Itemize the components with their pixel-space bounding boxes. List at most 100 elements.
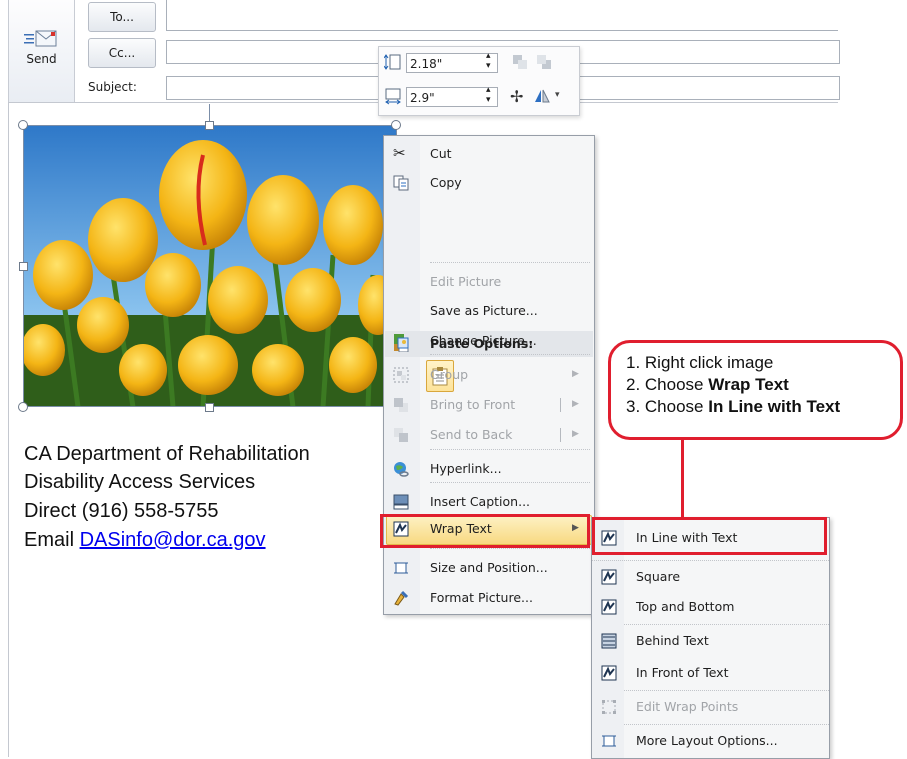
- resize-handle-bottom-left[interactable]: [18, 402, 28, 412]
- submenu-label-in-front: In Front of Text: [636, 665, 729, 680]
- email-link[interactable]: DASinfo@dor.ca.gov: [80, 529, 266, 551]
- send-backward-icon[interactable]: [536, 54, 552, 70]
- more-layout-options-icon: [602, 735, 616, 747]
- callout-step-3: 3. Choose In Line with Text: [626, 397, 840, 417]
- menu-separator: [430, 482, 590, 483]
- change-picture-icon: [394, 334, 409, 349]
- submenu-label-square: Square: [636, 569, 681, 584]
- email-prefix: Email: [24, 529, 80, 551]
- send-envelope-icon: [24, 30, 57, 47]
- hyperlink-globe-icon: [394, 462, 409, 477]
- menu-label-copy: Copy: [430, 175, 462, 190]
- menu-item-size-and-position[interactable]: Size and Position...: [384, 553, 594, 583]
- scissors-icon: ✂: [393, 144, 406, 162]
- menu-label-change-picture: Change Picture...: [430, 333, 537, 348]
- behind-text-icon: [601, 633, 617, 649]
- menu-item-insert-caption[interactable]: Insert Caption...: [384, 487, 594, 517]
- menu-label-cut: Cut: [430, 146, 452, 161]
- resize-handle-top-right[interactable]: [391, 120, 401, 130]
- callout-step-2-prefix: 2. Choose: [626, 375, 709, 394]
- menu-item-edit-picture[interactable]: Edit Picture: [384, 267, 594, 297]
- menu-label-format-picture: Format Picture...: [430, 590, 533, 605]
- send-to-back-arrow: ▶: [572, 429, 579, 439]
- menu-label-size-and-position: Size and Position...: [430, 560, 548, 575]
- send-to-back-icon: [394, 428, 408, 442]
- menu-label-hyperlink: Hyperlink...: [430, 461, 502, 476]
- split-divider: [560, 428, 561, 442]
- mini-toolbar: 2.18" ▴ ▾ 2.9" ▴ ▾ ✢ ▾: [378, 46, 580, 116]
- menu-item-send-to-back[interactable]: Send to Back ▶: [384, 420, 594, 450]
- menu-label-send-to-back: Send to Back: [430, 427, 513, 442]
- group-submenu-arrow: ▶: [572, 369, 579, 379]
- subject-label: Subject:: [88, 80, 137, 94]
- format-picture-icon: [394, 590, 409, 606]
- group-icon: [393, 367, 409, 383]
- cc-button[interactable]: Cc...: [88, 38, 156, 68]
- signature-line-1: CA Department of Rehabilitation: [24, 443, 310, 465]
- instruction-callout: 1. Right click image 2. Choose Wrap Text…: [608, 340, 903, 440]
- in-front-of-text-icon: [601, 665, 617, 681]
- copy-icon: [393, 175, 409, 191]
- square-wrap-icon: [601, 569, 617, 585]
- submenu-item-top-bottom[interactable]: Top and Bottom: [594, 592, 825, 622]
- submenu-item-in-front[interactable]: In Front of Text: [594, 658, 825, 688]
- callout-step-2-bold: Wrap Text: [708, 375, 789, 394]
- in-line-annotation-box: [592, 517, 827, 555]
- callout-step-1: 1. Right click image: [626, 353, 774, 372]
- send-label: Send: [26, 52, 57, 66]
- edit-wrap-points-icon: [602, 700, 616, 714]
- size-and-position-icon: [394, 562, 408, 574]
- submenu-label-edit-wrap-points: Edit Wrap Points: [636, 699, 739, 714]
- menu-item-group[interactable]: Group ▶: [384, 360, 594, 390]
- bring-forward-icon[interactable]: [512, 54, 528, 70]
- width-spinner[interactable]: ▴ ▾: [486, 85, 491, 105]
- menu-item-copy[interactable]: Copy: [384, 168, 594, 198]
- resize-handle-bottom[interactable]: [205, 403, 214, 412]
- menu-separator: [430, 354, 590, 355]
- menu-item-change-picture[interactable]: Change Picture...: [384, 326, 594, 356]
- to-button[interactable]: To...: [88, 2, 156, 32]
- signature-line-3: Direct (916) 558-5755: [24, 500, 219, 522]
- insert-caption-icon: [393, 494, 409, 510]
- menu-item-save-as-picture[interactable]: Save as Picture...: [384, 296, 594, 326]
- shape-width-input[interactable]: 2.9": [406, 87, 498, 107]
- send-button[interactable]: Send: [8, 0, 75, 103]
- submenu-label-behind: Behind Text: [636, 633, 709, 648]
- menu-label-save-as-picture: Save as Picture...: [430, 303, 538, 318]
- menu-label-insert-caption: Insert Caption...: [430, 494, 531, 509]
- resize-handle-top[interactable]: [205, 121, 214, 130]
- shape-height-input[interactable]: 2.18": [406, 53, 498, 73]
- height-spinner[interactable]: ▴ ▾: [486, 51, 491, 71]
- submenu-item-more-layout[interactable]: More Layout Options...: [594, 726, 825, 756]
- signature-line-2: Disability Access Services: [24, 471, 256, 493]
- menu-item-hyperlink[interactable]: Hyperlink...: [384, 454, 594, 484]
- submenu-item-behind[interactable]: Behind Text: [594, 626, 825, 656]
- callout-connector: [681, 439, 684, 519]
- callout-step-3-prefix: 3. Choose: [626, 397, 709, 416]
- shape-height-icon: [384, 54, 401, 70]
- picture-selection-frame: [23, 125, 397, 407]
- rotate-icon[interactable]: [533, 88, 553, 104]
- submenu-item-edit-wrap-points[interactable]: Edit Wrap Points: [594, 692, 825, 722]
- crop-icon[interactable]: ✢: [510, 87, 523, 106]
- menu-label-bring-to-front: Bring to Front: [430, 397, 516, 412]
- bring-to-front-icon: [394, 398, 408, 412]
- menu-item-bring-to-front[interactable]: Bring to Front ▶: [384, 390, 594, 420]
- menu-separator: [430, 548, 590, 549]
- menu-label-group: Group: [430, 367, 469, 382]
- resize-handle-left[interactable]: [19, 262, 28, 271]
- menu-separator: [430, 449, 590, 450]
- resize-handle-top-left[interactable]: [18, 120, 28, 130]
- rotate-dropdown-arrow[interactable]: ▾: [555, 90, 560, 100]
- bring-to-front-arrow: ▶: [572, 399, 579, 409]
- signature-line-4: Email DASinfo@dor.ca.gov: [24, 529, 266, 552]
- menu-item-cut[interactable]: ✂ Cut: [384, 139, 594, 169]
- menu-item-format-picture[interactable]: Format Picture...: [384, 583, 594, 613]
- to-field-edge: [166, 0, 167, 30]
- to-field-bottom: [166, 30, 838, 31]
- split-divider: [560, 398, 561, 412]
- shape-width-icon: [385, 88, 401, 105]
- wrap-text-annotation-box: [380, 514, 590, 548]
- submenu-item-square[interactable]: Square: [594, 562, 825, 592]
- callout-step-3-bold: In Line with Text: [708, 397, 841, 416]
